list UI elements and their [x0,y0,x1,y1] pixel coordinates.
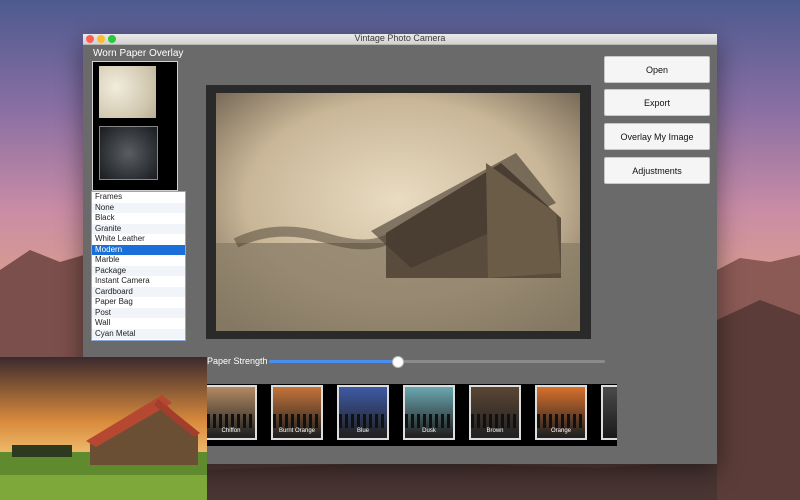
filter-label: Brown [486,428,504,434]
city-skyline-icon [405,414,453,428]
frame-item[interactable]: Post [92,307,185,318]
filter-label: Dusk [422,428,436,434]
frame-item[interactable]: Package [92,265,185,276]
filter-label: Blue [356,428,369,434]
filter-thumbnail[interactable]: Dusk [403,385,455,440]
filter-thumbnail[interactable]: Chiffon [207,385,257,440]
filter-label: Orange [550,428,571,434]
frame-item[interactable]: Cyan Metal [92,328,185,339]
preview-frame [206,85,591,339]
window-title: Vintage Photo Camera [354,33,446,43]
slider-knob[interactable] [391,356,404,368]
frames-list[interactable]: Frames None Black Granite White Leather Moder… [91,191,186,341]
filter-thumbnail[interactable]: Blue [337,385,389,440]
city-skyline-icon [339,414,387,428]
title-bar: Vintage Photo Camera [83,33,717,45]
overlay-my-image-button[interactable]: Overlay My Image [604,123,710,150]
frame-item[interactable]: Marble [92,255,185,266]
frame-item[interactable]: Black [92,213,185,224]
filter-thumbnail[interactable]: Orange [535,385,587,440]
filter-thumbnail[interactable]: Burnt Orange [271,385,323,440]
frame-item[interactable]: Cardboard [92,286,185,297]
paper-strength-slider[interactable] [269,356,605,368]
overlay-thumbnails [92,61,178,191]
source-photo [0,357,207,500]
dark-paper-thumbnail[interactable] [99,126,158,180]
filter-label: Burnt Orange [278,428,316,434]
frame-item[interactable]: Modern [92,244,185,255]
paper-strength-label: Paper Strength [207,356,268,366]
filter-label: Chiffon [221,428,241,434]
frame-item[interactable]: Granite [92,223,185,234]
filter-strip[interactable]: Chiffon Burnt Orange Blue Dusk Brown Orange [207,384,617,446]
filter-thumbnail[interactable] [601,385,617,440]
frame-item: Frames [95,192,123,201]
adjustments-button[interactable]: Adjustments [604,157,710,184]
frame-item[interactable]: Wall [92,318,185,329]
city-skyline-icon [471,414,519,428]
preview-image [216,93,580,331]
city-skyline-icon [273,414,321,428]
frame-item[interactable]: White Leather [92,234,185,245]
city-skyline-icon [537,414,585,428]
export-button[interactable]: Export [604,89,710,116]
filter-thumbnail[interactable]: Brown [469,385,521,440]
city-skyline-icon [207,414,255,428]
frame-item[interactable]: Paper Bag [92,297,185,308]
slider-fill [269,360,397,363]
open-button[interactable]: Open [604,56,710,83]
frame-item[interactable]: Instant Camera [92,276,185,287]
worn-paper-thumbnail[interactable] [99,66,156,118]
frame-item[interactable]: None [92,202,185,213]
overlay-panel-label: Worn Paper Overlay [93,48,184,59]
